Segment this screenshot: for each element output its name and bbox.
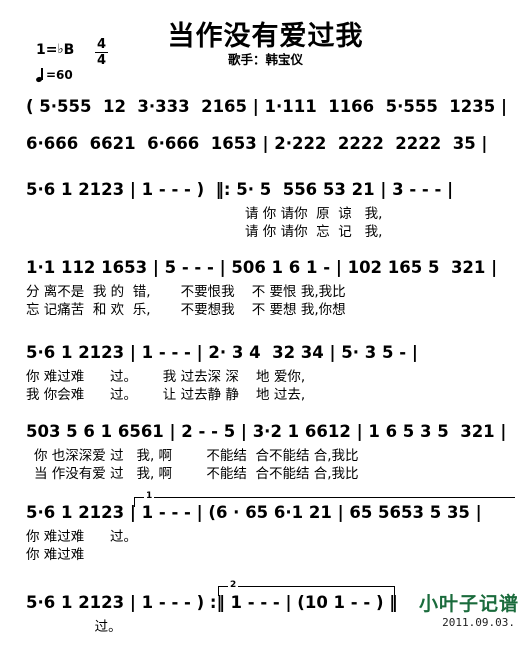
key-label: 1= xyxy=(36,42,58,58)
sheet-music-page: 当作没有爱过我 歌手：韩宝仪 1= ♭ B 4 4 =60 ( 5·555 12… xyxy=(0,0,531,651)
staff-line-2: 6·666 6621 6·666 1653 | 2·222 2222 2222 … xyxy=(0,134,531,156)
first-ending-label: 1 xyxy=(144,491,155,501)
time-signature: 4 4 xyxy=(95,38,108,67)
time-denominator: 4 xyxy=(96,53,107,68)
staff-line-7: 5·6 1 2123 | 1 - - - | (6 · 65 6·1 21 | … xyxy=(0,503,531,563)
note-row: 5·6 1 2123 | 1 - - - ) ‖: 5· 5 556 53 21… xyxy=(26,180,454,199)
note-row: 5·6 1 2123 | 1 - - - | (6 · 65 6·1 21 | … xyxy=(26,503,482,522)
note-row: 6·666 6621 6·666 1653 | 2·222 2222 2222 … xyxy=(26,134,488,153)
time-numerator: 4 xyxy=(96,37,107,52)
lyric-row-verse2: 当 作没有爱 过 我, 啊 不能结 合不能结 合,我比 xyxy=(34,466,359,482)
lyric-row-verse1: 请 你 请你 原 谅 我, xyxy=(245,206,383,222)
note-row: 503 5 6 1 6561 | 2 - - 5 | 3·2 1 6612 | … xyxy=(26,422,507,441)
transcription-date: 2011.09.03. xyxy=(442,616,515,629)
staff-line-3: 5·6 1 2123 | 1 - - - ) ‖: 5· 5 556 53 21… xyxy=(0,180,531,240)
tempo-value: =60 xyxy=(46,68,73,82)
transcriber-credit: 小叶子记谱 xyxy=(418,593,519,615)
lyric-row-verse2: 你 难过难 xyxy=(26,547,85,563)
quarter-note-icon xyxy=(35,67,45,83)
second-ending-label: 2 xyxy=(228,580,239,590)
note-row: 1·1 112 1653 | 5 - - - | 506 1 6 1 - | 1… xyxy=(26,258,498,277)
key-note: B xyxy=(63,42,75,58)
lyric-row-verse2: 我 你会难 过。 让 过去静 静 地 过去, xyxy=(26,387,306,403)
staff-line-5: 5·6 1 2123 | 1 - - - | 2· 3 4 32 34 | 5·… xyxy=(0,343,531,403)
staff-line-1: ( 5·555 12 3·333 2165 | 1·111 1166 5·555… xyxy=(0,97,531,119)
lyric-row-verse1: 你 难过难 过。 xyxy=(26,529,138,545)
note-row: 5·6 1 2123 | 1 - - - | 2· 3 4 32 34 | 5·… xyxy=(26,343,418,362)
key-signature: 1= ♭ B xyxy=(36,42,74,58)
staff-line-6: 503 5 6 1 6561 | 2 - - 5 | 3·2 1 6612 | … xyxy=(0,422,531,482)
lyric-row-verse1: 你 难过难 过。 我 过去深 深 地 爱你, xyxy=(26,369,306,385)
lyric-row-verse1: 你 也深深爱 过 我, 啊 不能结 合不能结 合,我比 xyxy=(34,448,359,464)
lyric-row-verse2: 忘 记痛苦 和 欢 乐, 不要想我 不 要想 我,你想 xyxy=(26,302,346,318)
lyric-row-verse2: 请 你 请你 忘 记 我, xyxy=(245,224,383,240)
note-row: ( 5·555 12 3·333 2165 | 1·111 1166 5·555… xyxy=(26,97,507,116)
lyric-row-verse1: 分 离不是 我 的 错, 不要恨我 不 要恨 我,我比 xyxy=(26,284,346,300)
artist-line: 歌手：韩宝仪 xyxy=(227,52,303,67)
page-title: 当作没有爱过我 xyxy=(167,21,364,52)
tempo-marking: =60 xyxy=(35,67,73,83)
staff-line-4: 1·1 112 1653 | 5 - - - | 506 1 6 1 - | 1… xyxy=(0,258,531,318)
